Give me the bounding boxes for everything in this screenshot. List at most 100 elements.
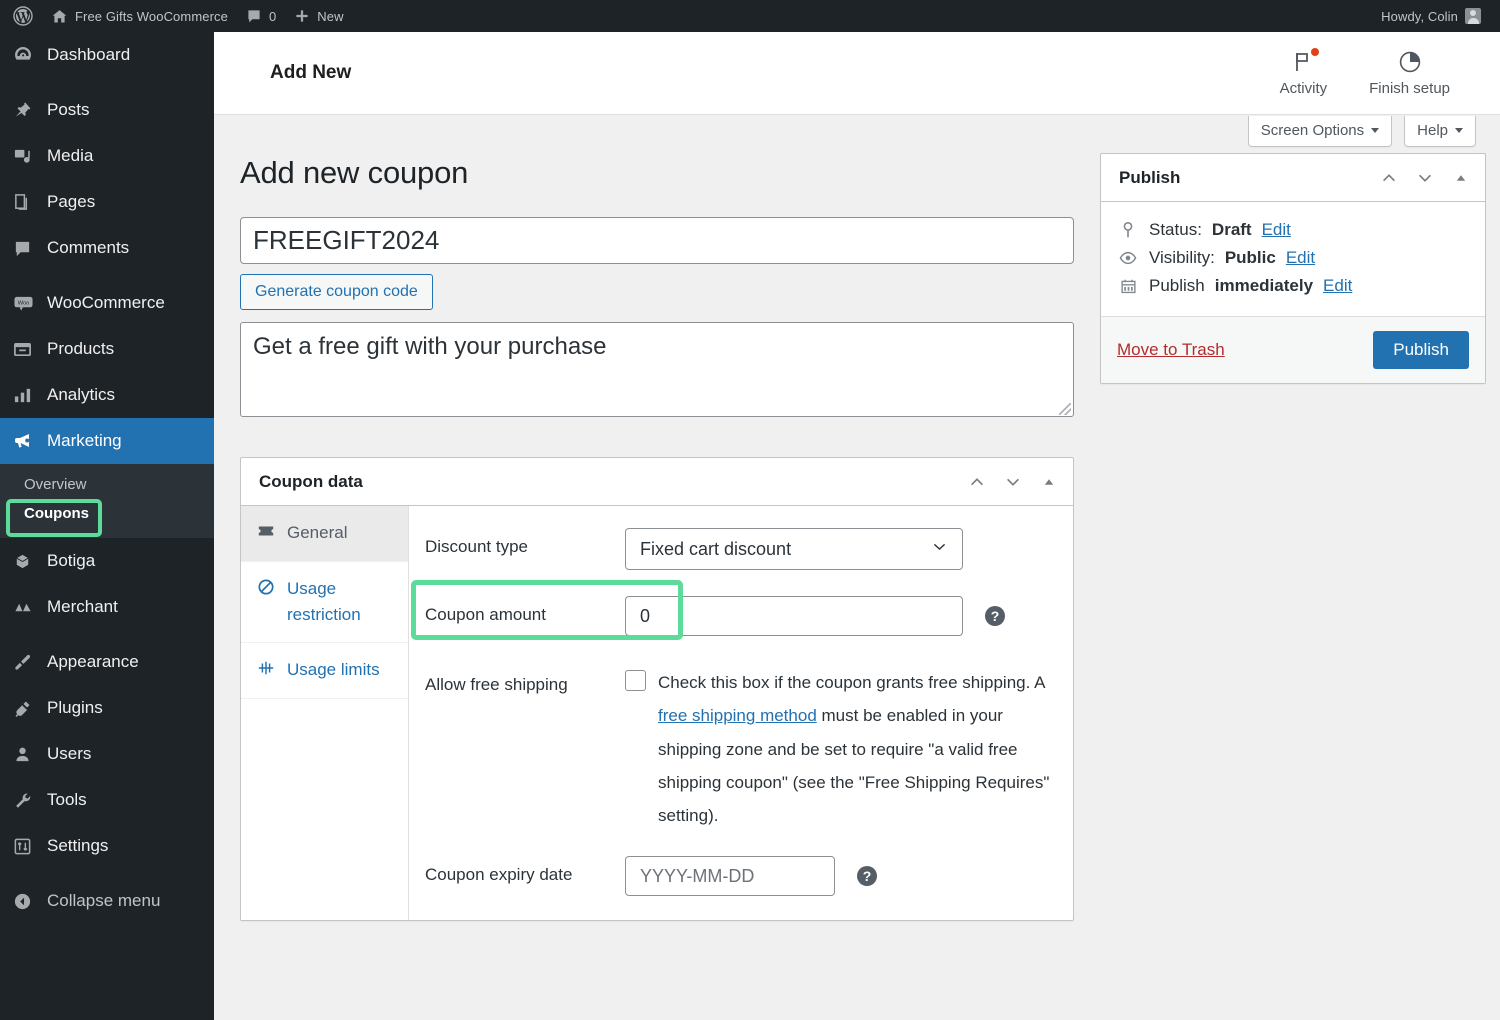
move-to-trash-link[interactable]: Move to Trash: [1117, 340, 1225, 360]
tab-usage-restriction[interactable]: Usage restriction: [241, 562, 408, 644]
allow-free-shipping-checkbox[interactable]: [625, 670, 646, 692]
sidebar-subitem-coupons[interactable]: Coupons: [0, 499, 214, 528]
discount-type-select[interactable]: Fixed cart discount: [625, 528, 963, 571]
site-name: Free Gifts WooCommerce: [75, 8, 228, 24]
coupon-description-value: Get a free gift with your purchase: [253, 333, 607, 361]
coupon-expiry-input[interactable]: YYYY-MM-DD: [625, 856, 835, 896]
status-label: Status:: [1149, 220, 1202, 239]
wordpress-logo-button[interactable]: [4, 0, 42, 32]
sidebar-item-comments[interactable]: Comments: [0, 225, 214, 271]
sidebar-subitem-label: Overview: [24, 476, 87, 493]
toggle-triangle-icon[interactable]: [1445, 162, 1477, 194]
pages-icon: [13, 191, 41, 213]
sidebar-item-users[interactable]: Users: [0, 731, 214, 777]
content-columns: Add new coupon FREEGIFT2024 Generate cou…: [214, 115, 1500, 921]
sidebar-divider: [0, 630, 214, 639]
sidebar-item-dashboard[interactable]: Dashboard: [0, 32, 214, 78]
generate-coupon-code-button[interactable]: Generate coupon code: [240, 274, 433, 311]
sidebar-item-settings[interactable]: Settings: [0, 823, 214, 869]
coupon-expiry-row: Coupon expiry date YYYY-MM-DD ?: [425, 856, 1053, 896]
sidebar-item-posts[interactable]: Posts: [0, 87, 214, 133]
coupon-description-textarea[interactable]: Get a free gift with your purchase: [240, 322, 1074, 418]
calendar-icon: [1117, 278, 1139, 295]
sidebar-item-woocommerce[interactable]: Woo WooCommerce: [0, 280, 214, 326]
sidebar-item-media[interactable]: Media: [0, 133, 214, 179]
visibility-label: Visibility:: [1149, 248, 1215, 267]
publish-panel: Publish Status: Draft Edit Visibility: P…: [1100, 153, 1486, 384]
chevron-down-icon[interactable]: [1409, 162, 1441, 194]
help-icon[interactable]: ?: [857, 866, 877, 886]
help-button[interactable]: Help: [1404, 116, 1476, 147]
sidebar-item-botiga[interactable]: Botiga: [0, 538, 214, 584]
tab-general[interactable]: General: [241, 506, 408, 562]
comments-count: 0: [268, 8, 277, 24]
account-menu[interactable]: Howdy, Colin: [1372, 0, 1490, 32]
sidebar-item-marketing[interactable]: Marketing: [0, 418, 214, 464]
chevron-down-icon: [931, 538, 948, 560]
sidebar-item-products[interactable]: Products: [0, 326, 214, 372]
publish-panel-footer: Move to Trash Publish: [1101, 316, 1485, 383]
status-edit-link[interactable]: Edit: [1262, 220, 1291, 240]
textarea-resize-handle[interactable]: [1059, 403, 1071, 416]
sidebar-item-label: Botiga: [47, 551, 96, 570]
sidebar-item-tools[interactable]: Tools: [0, 777, 214, 823]
pin-marker-icon: [1117, 221, 1139, 239]
wrench-icon: [13, 789, 41, 811]
free-shipping-method-link[interactable]: free shipping method: [658, 706, 817, 725]
schedule-edit-link[interactable]: Edit: [1323, 276, 1352, 296]
screen-meta-links: Screen Options Help: [1247, 116, 1476, 147]
discount-type-label: Discount type: [425, 537, 528, 557]
discount-type-row: Discount type Fixed cart discount: [425, 528, 1053, 571]
screen-options-button[interactable]: Screen Options: [1247, 116, 1393, 147]
publish-button[interactable]: Publish: [1373, 331, 1469, 369]
finish-setup-button[interactable]: Finish setup: [1369, 49, 1450, 97]
coupon-code-input[interactable]: FREEGIFT2024: [240, 217, 1074, 265]
activity-button[interactable]: Activity: [1279, 48, 1328, 97]
activity-label: Activity: [1279, 80, 1328, 97]
help-icon[interactable]: ?: [985, 606, 1005, 627]
collapse-arrow-icon: [13, 890, 41, 912]
sidebar-item-label: Marketing: [47, 431, 122, 450]
chevron-up-icon[interactable]: [1373, 162, 1405, 194]
visibility-edit-link[interactable]: Edit: [1286, 248, 1315, 268]
usage-limits-icon: [257, 657, 277, 679]
dashboard-icon: [13, 44, 41, 66]
box-icon: [13, 550, 41, 572]
sidebar-item-label: Dashboard: [47, 45, 131, 64]
comment-bubble-icon: [13, 237, 41, 259]
toggle-triangle-icon[interactable]: [1033, 466, 1065, 498]
chevron-up-icon[interactable]: [961, 466, 993, 498]
publish-panel-title: Publish: [1119, 167, 1181, 187]
screen-options-label: Screen Options: [1260, 122, 1365, 139]
chevron-down-icon[interactable]: [997, 466, 1029, 498]
help-label: Help: [1417, 122, 1448, 139]
howdy-greeting: Howdy, Colin: [1381, 8, 1458, 24]
woocommerce-header: Add New Activity Finish setup: [214, 32, 1500, 115]
tab-usage-limits[interactable]: Usage limits: [241, 643, 408, 699]
site-name-link[interactable]: Free Gifts WooCommerce: [42, 0, 237, 32]
primary-column: Add new coupon FREEGIFT2024 Generate cou…: [240, 153, 1074, 921]
coupon-code-value: FREEGIFT2024: [253, 225, 440, 256]
new-content-button[interactable]: New: [285, 0, 352, 32]
secondary-column: Publish Status: Draft Edit Visibility: P…: [1100, 153, 1486, 921]
products-icon: [13, 338, 41, 360]
sidebar-item-label: Tools: [47, 790, 87, 809]
ticket-icon: [257, 520, 277, 542]
sidebar-item-analytics[interactable]: Analytics: [0, 372, 214, 418]
sidebar-item-label: Comments: [47, 238, 130, 257]
visibility-value: Public: [1224, 248, 1276, 267]
sidebar-item-label: Plugins: [47, 698, 103, 717]
sidebar-item-label: Merchant: [47, 597, 118, 616]
sidebar-collapse-menu-button[interactable]: Collapse menu: [0, 878, 214, 924]
sidebar-subitem-overview[interactable]: Overview: [0, 470, 214, 499]
main-content-area: Add New Activity Finish setup Screen Opt…: [214, 32, 1500, 1020]
sidebar-item-appearance[interactable]: Appearance: [0, 639, 214, 685]
publish-panel-header: Publish: [1101, 154, 1485, 202]
sidebar-item-plugins[interactable]: Plugins: [0, 685, 214, 731]
coupon-amount-input[interactable]: 0: [625, 596, 963, 637]
sidebar-item-merchant[interactable]: Merchant: [0, 584, 214, 630]
coupon-amount-value: 0: [640, 605, 651, 626]
woo-icon: Woo: [13, 292, 41, 314]
comments-link[interactable]: 0: [237, 0, 285, 32]
sidebar-item-pages[interactable]: Pages: [0, 179, 214, 225]
